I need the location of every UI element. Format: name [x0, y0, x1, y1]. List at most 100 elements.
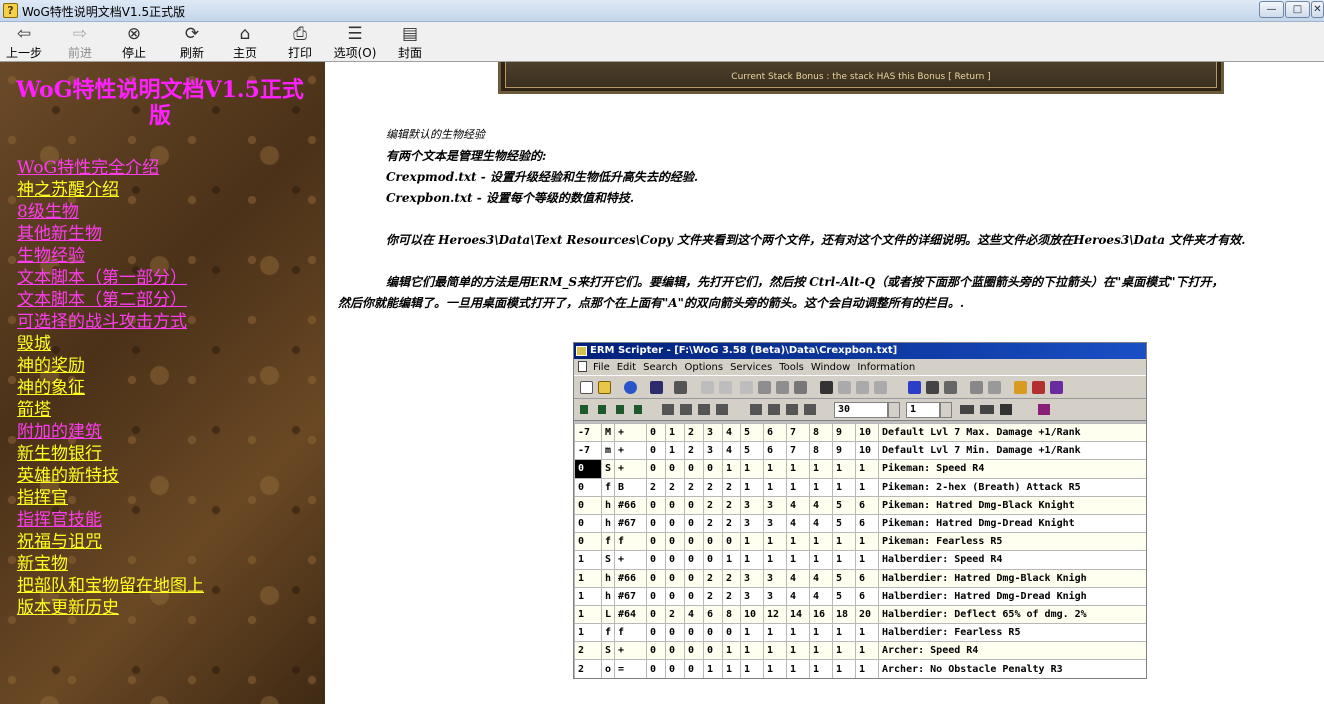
grid-cell[interactable]: 0 [684, 495, 704, 515]
grid-cell[interactable]: 6 [855, 495, 879, 515]
grid-cell[interactable]: 20 [855, 604, 879, 625]
grid-cell[interactable]: 0 [684, 532, 704, 552]
grid-cell[interactable]: 1 [740, 532, 764, 552]
grid-cell[interactable]: f [601, 532, 615, 552]
toolbar-button-6[interactable]: ☰ 选项(O) [332, 24, 378, 60]
grid-cell[interactable]: 2 [722, 477, 741, 497]
grid-cell[interactable]: 1 [763, 459, 787, 479]
sidebar-link[interactable]: 文本脚本（第二部分） [17, 290, 187, 310]
grid-cell[interactable]: 4 [722, 441, 741, 461]
sidebar-link[interactable]: 神的象征 [17, 378, 85, 398]
grid-cell[interactable]: h [601, 495, 615, 515]
grid-cell[interactable]: 4 [809, 495, 833, 515]
grid-cell[interactable]: 1 [809, 459, 833, 479]
grid-cell[interactable]: 1 [809, 623, 833, 643]
grid-cell[interactable]: 0 [574, 495, 602, 515]
erm-menu-item[interactable]: File [593, 362, 610, 373]
grid-cell[interactable]: 3 [740, 586, 764, 606]
grid-cell[interactable]: 2 [574, 641, 602, 661]
sidebar-link[interactable]: 英雄的新特技 [17, 466, 119, 486]
grid-cell[interactable]: 1 [855, 459, 879, 479]
grid-cell[interactable]: 3 [763, 513, 787, 534]
grid-cell[interactable]: 18 [832, 604, 856, 625]
toolbar-button-7[interactable]: ▤ 封面 [394, 24, 426, 60]
grid-cell[interactable]: 1 [722, 641, 741, 661]
toolbar-button-0[interactable]: ⇦ 上一步 [4, 24, 44, 60]
sidebar-link[interactable]: 指挥官技能 [17, 510, 102, 530]
grid-cell[interactable]: Archer: Speed R4 [878, 641, 1146, 661]
toolbar-button-2[interactable]: ⊗ 停止 [118, 24, 150, 60]
grid-cell[interactable]: 1 [809, 550, 833, 570]
grid-cell[interactable]: 1 [574, 550, 602, 570]
grid-cell[interactable]: 2 [703, 495, 723, 515]
grid-cell[interactable]: 4 [786, 495, 810, 515]
grid-cell[interactable]: 1 [809, 532, 833, 552]
grid-cell[interactable]: 1 [855, 659, 879, 678]
grid-cell[interactable]: S [601, 459, 615, 479]
grid-cell[interactable]: 2 [665, 477, 685, 497]
grid-cell[interactable]: h [601, 586, 615, 606]
grid-cell[interactable]: 0 [665, 659, 685, 678]
grid-cell[interactable]: Pikeman: Hatred Dmg-Dread Knight [878, 513, 1146, 534]
grid-cell[interactable]: 0 [665, 550, 685, 570]
grid-cell[interactable]: 0 [574, 477, 602, 497]
grid-cell[interactable]: 1 [703, 659, 723, 678]
grid-cell[interactable]: Pikeman: 2-hex (Breath) Attack R5 [878, 477, 1146, 497]
grid-cell[interactable]: 5 [832, 586, 856, 606]
grid-cell[interactable]: S [601, 550, 615, 570]
grid-cell[interactable]: 10 [855, 422, 879, 443]
grid-cell[interactable]: 5 [740, 441, 764, 461]
sidebar-link[interactable]: 8级生物 [17, 202, 79, 222]
grid-cell[interactable]: 0 [703, 532, 723, 552]
toolbar-button-4[interactable]: ⌂ 主页 [229, 24, 261, 60]
grid-cell[interactable]: m [601, 441, 615, 461]
grid-cell[interactable]: 3 [740, 513, 764, 534]
grid-cell[interactable]: 1 [832, 641, 856, 661]
grid-cell[interactable]: 1 [722, 659, 741, 678]
grid-cell[interactable]: 4 [786, 586, 810, 606]
grid-cell[interactable]: 1 [855, 477, 879, 497]
grid-cell[interactable]: 1 [574, 586, 602, 606]
grid-cell[interactable]: Pikeman: Hatred Dmg-Black Knight [878, 495, 1146, 515]
grid-cell[interactable]: 2 [684, 477, 704, 497]
grid-cell[interactable]: Default Lvl 7 Max. Damage +1/Rank [878, 422, 1146, 443]
column-spinner[interactable] [940, 402, 952, 418]
tab-size-spinner[interactable] [888, 402, 900, 418]
sidebar-link[interactable]: 神的奖励 [17, 356, 85, 376]
grid-cell[interactable]: 4 [786, 568, 810, 588]
grid-cell[interactable]: f [601, 477, 615, 497]
grid-cell[interactable]: L [601, 604, 615, 625]
erm-menu-item[interactable]: Edit [617, 362, 636, 373]
grid-cell[interactable]: 2 [703, 513, 723, 534]
grid-cell[interactable]: 5 [832, 568, 856, 588]
grid-cell[interactable]: 14 [786, 604, 810, 625]
grid-cell[interactable]: 1 [786, 659, 810, 678]
sidebar-link[interactable]: 生物经验 [17, 246, 85, 266]
grid-cell[interactable]: 1 [855, 641, 879, 661]
grid-cell[interactable]: 0 [703, 623, 723, 643]
grid-cell[interactable]: 4 [786, 513, 810, 534]
grid-cell[interactable]: f [601, 623, 615, 643]
toolbar-button-1[interactable]: ⇨ 前进 [64, 24, 96, 60]
grid-cell[interactable]: -7 [574, 422, 602, 443]
grid-cell[interactable]: 1 [832, 659, 856, 678]
grid-cell[interactable]: 7 [786, 441, 810, 461]
grid-cell[interactable]: + [614, 550, 647, 570]
grid-cell[interactable]: 5 [832, 495, 856, 515]
grid-cell[interactable]: Halberdier: Hatred Dmg-Black Knigh [878, 568, 1146, 588]
grid-cell[interactable]: 1 [832, 623, 856, 643]
grid-cell[interactable]: 1 [855, 623, 879, 643]
grid-cell[interactable]: 6 [855, 586, 879, 606]
grid-cell[interactable]: 10 [855, 441, 879, 461]
grid-cell[interactable]: 10 [740, 604, 764, 625]
erm-menu-item[interactable]: Window [811, 362, 850, 373]
grid-cell[interactable]: 3 [703, 441, 723, 461]
grid-cell[interactable]: 1 [763, 641, 787, 661]
sidebar-link[interactable]: 可选择的战斗攻击方式 [17, 312, 187, 332]
sidebar-link[interactable]: 版本更新历史 [17, 598, 119, 618]
sidebar-link[interactable]: 箭塔 [17, 400, 51, 420]
grid-cell[interactable]: 0 [646, 550, 666, 570]
grid-cell[interactable]: 1 [574, 604, 602, 625]
grid-cell[interactable]: 1 [786, 641, 810, 661]
grid-cell[interactable]: 0 [646, 495, 666, 515]
